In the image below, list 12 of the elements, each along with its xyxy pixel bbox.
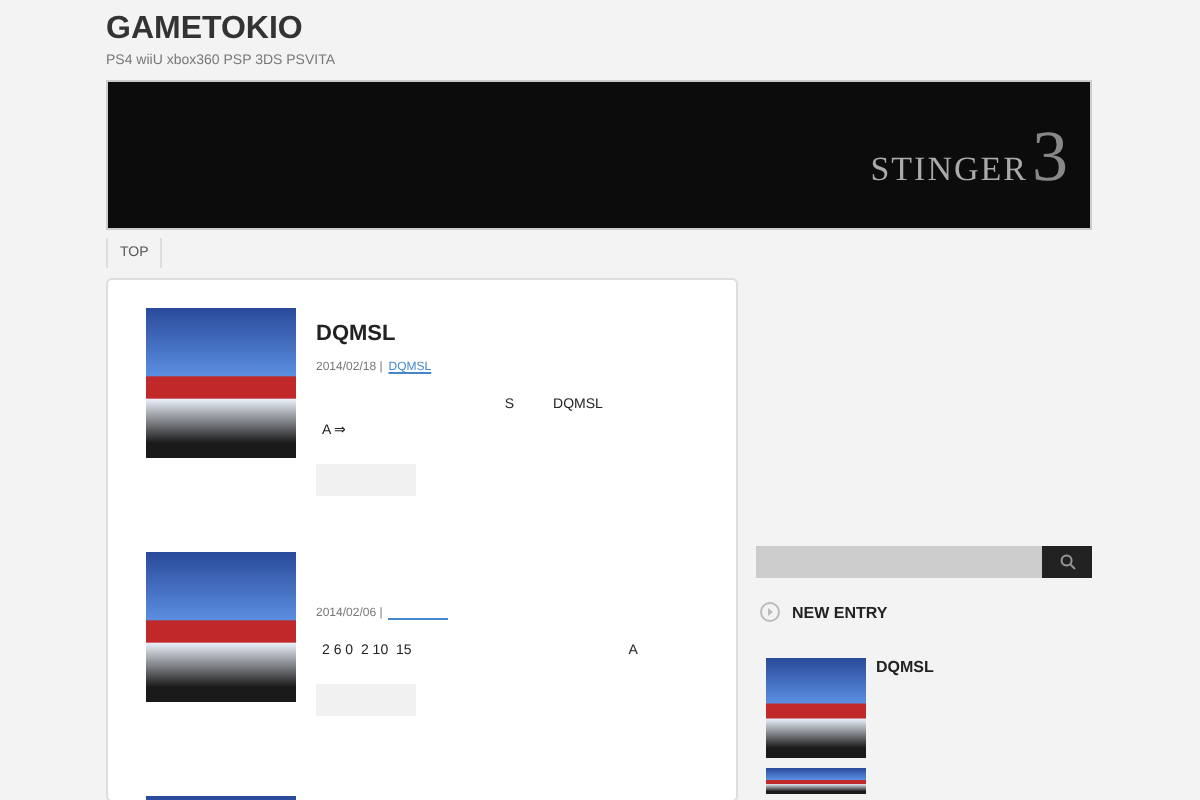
search-field[interactable] — [756, 546, 1042, 578]
search-icon — [1059, 554, 1075, 570]
thumbnail-image[interactable] — [146, 308, 296, 458]
thumbnail-image[interactable] — [766, 658, 866, 758]
logo-text: STINGER 3 — [870, 113, 1070, 197]
site-title[interactable]: GAMETOKIO — [106, 8, 1092, 52]
entry-title[interactable]: DQMSL — [876, 658, 934, 758]
section-heading: NEW ENTRY — [792, 603, 888, 621]
post-title[interactable]: DQMSL — [316, 322, 698, 350]
search-button[interactable] — [1042, 546, 1092, 578]
thumbnail-image[interactable] — [766, 768, 866, 794]
thumbnail-image[interactable] — [146, 552, 296, 702]
